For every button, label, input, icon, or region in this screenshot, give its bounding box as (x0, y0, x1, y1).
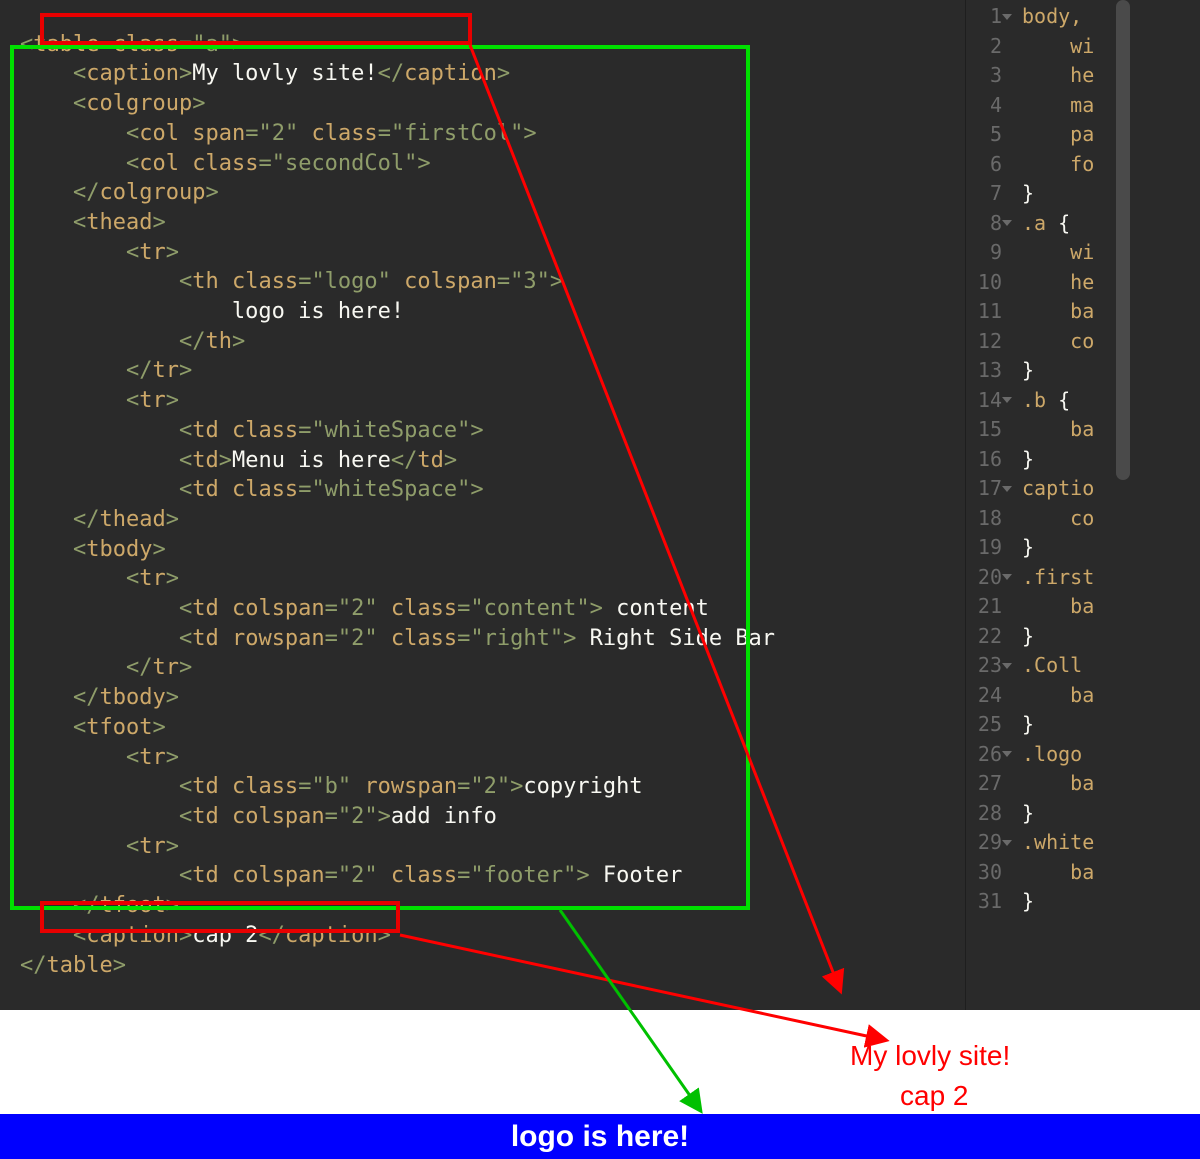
html-code[interactable]: <table class="a"> <caption>My lovly site… (10, 0, 955, 1010)
css-editor-pane[interactable]: 1234567891011121314151617181920212223242… (965, 0, 1200, 1010)
copyright-text: copyright (523, 774, 642, 799)
app-root: <table class="a"> <caption>My lovly site… (0, 0, 1200, 1159)
caption-2-text: cap 2 (192, 923, 258, 948)
preview-logo-strip: logo is here! (0, 1114, 1200, 1159)
editor-scrollbar[interactable] (1116, 0, 1130, 480)
caption-1-text: My lovly site! (192, 61, 377, 86)
menu-text: Menu is here (232, 448, 391, 473)
gutter-line-numbers: 1234567891011121314151617181920212223242… (966, 2, 1012, 1010)
editor-area: <table class="a"> <caption>My lovly site… (0, 0, 1200, 1010)
preview-caption1: My lovly site! (850, 1040, 1010, 1072)
addinfo-text: add info (391, 804, 497, 829)
right-text: Right Side Bar (576, 626, 775, 651)
preview-logo-text: logo is here! (511, 1120, 689, 1153)
logo-text: logo is here! (232, 299, 404, 324)
preview-pane: My lovly site! cap 2 logo is here! (0, 1010, 1200, 1159)
html-editor-pane[interactable]: <table class="a"> <caption>My lovly site… (0, 0, 965, 1010)
css-code[interactable]: body, wi he ma pa fo}.a { wi he ba co}.b… (1012, 2, 1094, 1010)
content-text: content (603, 596, 709, 621)
footer-text: Footer (590, 863, 683, 888)
preview-caption2: cap 2 (900, 1080, 969, 1112)
